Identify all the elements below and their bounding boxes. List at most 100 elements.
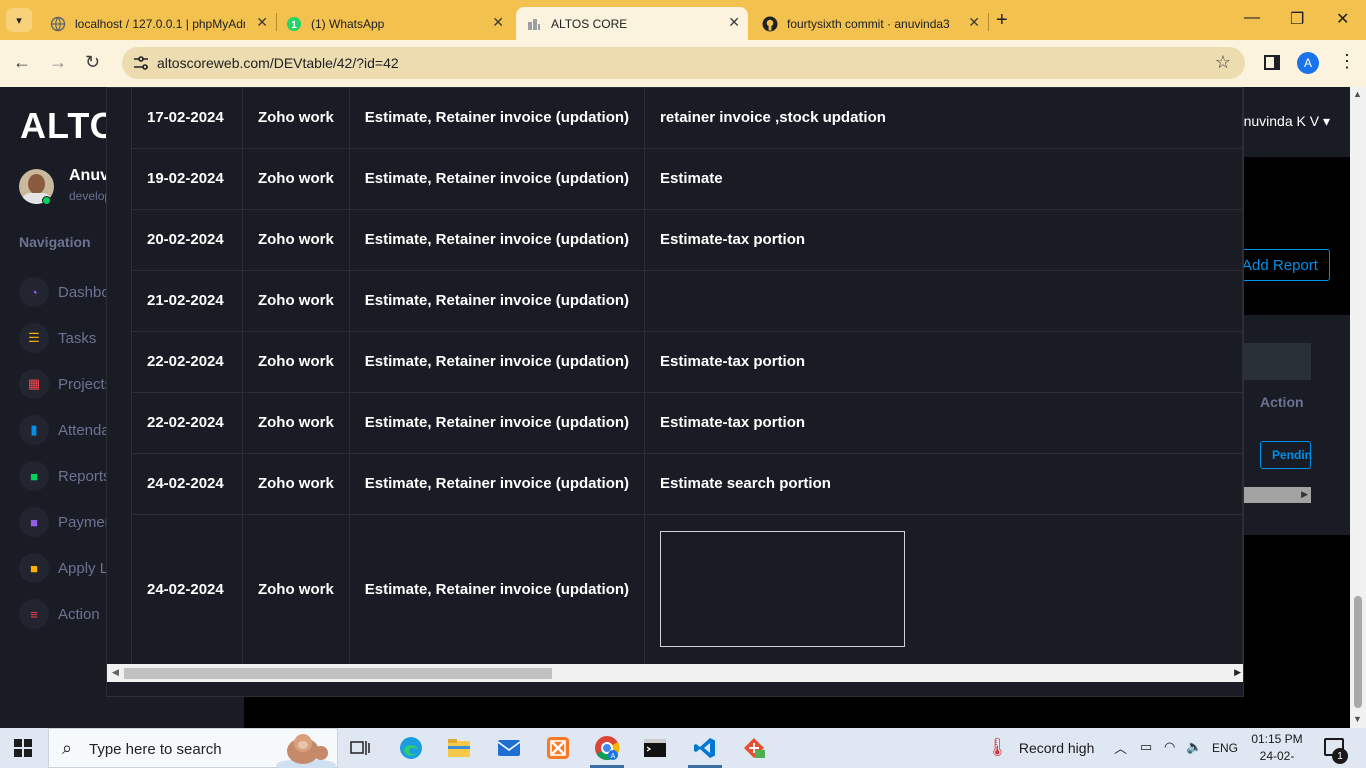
- task-cell: Estimate, Retainer invoice (updation): [348, 88, 646, 149]
- close-tab-icon[interactable]: ✕: [728, 14, 740, 31]
- svg-text:1: 1: [291, 20, 297, 31]
- project-cell: Zoho work: [241, 330, 350, 393]
- project-cell: Zoho work: [241, 88, 350, 149]
- close-tab-icon[interactable]: ✕: [492, 14, 504, 31]
- scroll-up-icon[interactable]: ▲: [1353, 89, 1362, 99]
- bookmark-star-icon[interactable]: ☆: [1215, 52, 1231, 73]
- file-explorer-icon[interactable]: [444, 734, 474, 762]
- github-icon: [762, 16, 778, 32]
- add-report-button[interactable]: Add Report: [1230, 249, 1330, 281]
- page-vertical-scrollbar[interactable]: ▲ ▼: [1350, 87, 1366, 728]
- tab-title: localhost / 127.0.0.1 | phpMyAdmin: [75, 16, 245, 31]
- speedometer-icon: ◔: [19, 277, 49, 307]
- scroll-down-icon[interactable]: ▼: [1353, 714, 1362, 724]
- wifi-icon[interactable]: ◠: [1164, 739, 1175, 755]
- language-indicator[interactable]: ENG: [1212, 741, 1238, 755]
- more-menu-icon[interactable]: ⋮: [1338, 51, 1356, 72]
- task-cell: Estimate, Retainer invoice (updation): [348, 330, 646, 393]
- tasks-icon: ☰: [19, 323, 49, 353]
- terminal-icon[interactable]: [640, 734, 670, 762]
- chrome-icon[interactable]: A: [592, 734, 622, 762]
- modal-horizontal-scrollbar[interactable]: ◀ ▶: [107, 664, 1243, 682]
- table-row: 20-02-2024 Zoho work Estimate, Retainer …: [131, 208, 1243, 271]
- taskbar-search-placeholder[interactable]: Type here to search: [89, 741, 222, 758]
- vscode-icon[interactable]: [690, 734, 720, 762]
- sidebar-item-action[interactable]: ≡ Action: [19, 599, 100, 629]
- scroll-right-icon[interactable]: ▶: [1301, 489, 1308, 500]
- xampp-icon[interactable]: [543, 734, 573, 762]
- close-window-icon[interactable]: ✕: [1336, 9, 1349, 29]
- date-cell: 19-02-2024: [131, 147, 243, 210]
- sidebar-item-label: Projects: [58, 375, 113, 393]
- forward-arrow-icon[interactable]: →: [49, 52, 67, 73]
- sidebar-item-label: Reports: [58, 467, 111, 485]
- report-entries-table: 17-02-2024 Zoho work Estimate, Retainer …: [131, 88, 1243, 665]
- reports-table-header: [1244, 343, 1311, 380]
- windows-start-icon[interactable]: [14, 739, 32, 757]
- browser-toolbar: ← → ↻ altoscoreweb.com/DEVtable/42/?id=4…: [0, 40, 1366, 87]
- new-tab-button[interactable]: +: [996, 10, 1008, 30]
- address-bar[interactable]: altoscoreweb.com/DEVtable/42/?id=42 ☆: [122, 47, 1245, 79]
- minimize-icon[interactable]: —: [1244, 9, 1260, 27]
- scrollbar-thumb[interactable]: [124, 668, 552, 679]
- table-row: 24-02-2024 Zoho work Estimate, Retainer …: [131, 452, 1243, 515]
- back-arrow-icon[interactable]: ←: [13, 52, 31, 73]
- project-cell: Zoho work: [241, 391, 350, 454]
- show-hidden-icons-icon[interactable]: ︿: [1114, 738, 1127, 757]
- side-panel-icon[interactable]: [1264, 55, 1280, 70]
- project-cell: Zoho work: [241, 208, 350, 271]
- scroll-right-icon[interactable]: ▶: [1234, 667, 1241, 678]
- pending-status-button[interactable]: Pending: [1260, 441, 1311, 469]
- mail-icon[interactable]: [494, 734, 524, 762]
- tab-phpmyadmin[interactable]: localhost / 127.0.0.1 | phpMyAdmin ✕: [40, 7, 276, 40]
- sidebar-item-label: Action: [58, 605, 100, 623]
- profile-avatar[interactable]: A: [1297, 52, 1319, 74]
- task-cell: Estimate, Retainer invoice (updation): [348, 513, 646, 665]
- tab-whatsapp[interactable]: 1 (1) WhatsApp ✕: [276, 7, 512, 40]
- close-tab-icon[interactable]: ✕: [968, 14, 980, 31]
- close-tab-icon[interactable]: ✕: [256, 14, 268, 31]
- tab-title: ALTOS CORE: [551, 16, 628, 31]
- battery-icon[interactable]: ▭: [1140, 739, 1152, 755]
- scroll-left-icon[interactable]: ◀: [112, 667, 119, 678]
- tab-altos-core[interactable]: ALTOS CORE ✕: [516, 7, 748, 40]
- restore-icon[interactable]: ❐: [1290, 9, 1304, 29]
- project-cell: Zoho work: [241, 452, 350, 515]
- navbar-user-menu[interactable]: Anuvinda K V ▾: [1234, 113, 1330, 130]
- weather-widget[interactable]: 🌡 Record high: [986, 737, 1094, 758]
- table-row: 22-02-2024 Zoho work Estimate, Retainer …: [131, 391, 1243, 454]
- clock-date: 24-02-2024: [1259, 749, 1295, 768]
- edge-browser-icon[interactable]: [396, 734, 426, 762]
- remarks-cell: [644, 269, 1243, 332]
- sidebar-item-tasks[interactable]: ☰ Tasks: [19, 323, 96, 353]
- volume-icon[interactable]: 🔈: [1186, 739, 1202, 755]
- search-icon: ⌕: [62, 738, 73, 758]
- task-view-icon[interactable]: [345, 734, 375, 762]
- scrollbar-thumb[interactable]: [1354, 596, 1362, 708]
- project-cell: Zoho work: [241, 269, 350, 332]
- site-settings-icon[interactable]: [132, 54, 150, 72]
- report-details-modal: 17-02-2024 Zoho work Estimate, Retainer …: [106, 87, 1244, 697]
- tab-search-button[interactable]: ▾: [6, 8, 32, 32]
- task-cell: Estimate, Retainer invoice (updation): [348, 147, 646, 210]
- reload-icon[interactable]: ↻: [85, 52, 100, 73]
- git-gui-icon[interactable]: [739, 734, 769, 762]
- task-cell: Estimate, Retainer invoice (updation): [348, 452, 646, 515]
- sidebar-item-projects[interactable]: ▦ Projects: [19, 369, 112, 399]
- taskbar-clock[interactable]: 01:15 PM 24-02-2024: [1248, 731, 1306, 768]
- url-text[interactable]: altoscoreweb.com/DEVtable/42/?id=42: [157, 55, 399, 71]
- remarks-cell: Estimate: [644, 147, 1243, 210]
- navbar-user-name: Anuvinda K V: [1234, 113, 1320, 129]
- table-horizontal-scrollbar[interactable]: ▶: [1244, 487, 1311, 503]
- task-cell: Estimate, Retainer invoice (updation): [348, 391, 646, 454]
- taskbar-search[interactable]: ⌕ Type here to search: [48, 728, 338, 768]
- windows-taskbar: ⌕ Type here to search A 🌡 Record high ︿ …: [0, 728, 1366, 768]
- remarks-textarea[interactable]: [660, 531, 906, 647]
- tab-github[interactable]: fourtysixth commit · anuvinda3 ✕: [752, 7, 988, 40]
- date-cell: 21-02-2024: [131, 269, 243, 332]
- caret-down-icon: ▾: [1322, 113, 1330, 129]
- project-cell: Zoho work: [241, 147, 350, 210]
- payment-icon: ■: [19, 507, 49, 537]
- table-row: 22-02-2024 Zoho work Estimate, Retainer …: [131, 330, 1243, 393]
- sidebar-item-reports[interactable]: ■ Reports: [19, 461, 111, 491]
